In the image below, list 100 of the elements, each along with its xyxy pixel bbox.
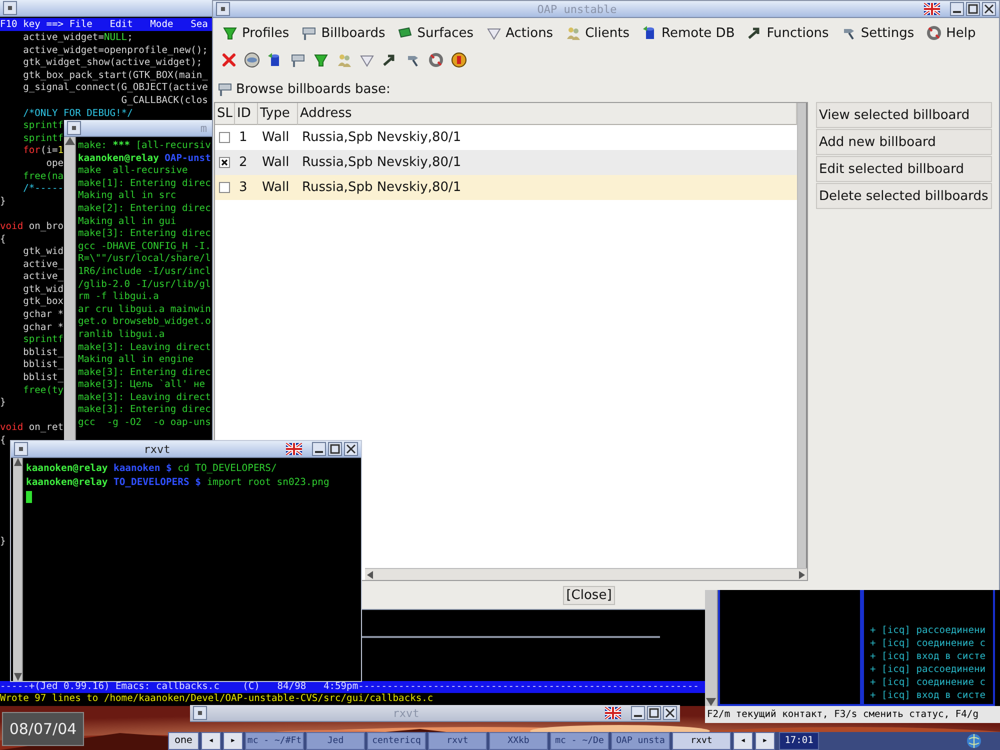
- code-line: g_signal_connect(G_OBJECT(active: [22, 82, 208, 95]
- code-line: /*ONLY FOR DEBUG!*/: [22, 108, 133, 120]
- column-header[interactable]: SL: [215, 103, 235, 125]
- task-button[interactable]: OAP unsta: [611, 732, 670, 750]
- code-line: active_widget=NULL;: [22, 32, 133, 45]
- code-line: gtk_wid: [22, 284, 64, 296]
- cross-icon[interactable]: [221, 52, 237, 68]
- code-line: gtk_box_pack_start(GTK_BOX(main_: [22, 70, 208, 82]
- task-button[interactable]: XXkb: [489, 732, 548, 750]
- close-button[interactable]: [Close]: [563, 586, 615, 604]
- cone-icon: [222, 25, 238, 41]
- flag-icon[interactable]: [605, 707, 621, 719]
- scrollbar[interactable]: [705, 590, 718, 706]
- window-title: OAP unstable: [537, 2, 617, 16]
- lifebuoy-icon[interactable]: [428, 52, 444, 68]
- window-menu-icon[interactable]: [67, 121, 81, 135]
- window-menu-icon[interactable]: [3, 1, 17, 15]
- task-button[interactable]: mc - ~/#Ft: [245, 732, 304, 750]
- scrollbar[interactable]: [365, 568, 807, 580]
- terminal-line: kaanoken@relay kaanoken $ cd TO_DEVELOPERS/: [26, 462, 277, 476]
- action-button[interactable]: Add new billboard: [816, 129, 992, 155]
- minimize-icon[interactable]: [312, 442, 326, 456]
- scrollbar[interactable]: [64, 137, 76, 442]
- checkbox[interactable]: [219, 132, 230, 143]
- table-cell-text: 3: [238, 180, 248, 195]
- code-line: sprintf: [22, 120, 64, 133]
- maximize-icon[interactable]: [647, 706, 661, 720]
- column-header[interactable]: Type: [258, 103, 298, 125]
- menu-item[interactable]: Remote DB: [636, 23, 740, 43]
- globe-icon[interactable]: [966, 733, 982, 749]
- cone-icon[interactable]: [313, 52, 329, 68]
- window-menu-icon[interactable]: [193, 706, 207, 720]
- table-row[interactable]: 3 Wall Russia,Spb Nevskiy,80/1: [215, 175, 797, 200]
- menu-item[interactable]: Actions: [480, 23, 558, 43]
- task-button[interactable]: centericq: [367, 732, 426, 750]
- terminal-line: make[3]: Leaving direct: [78, 342, 211, 354]
- terminal-line: 1R6/include -I/usr/incl: [78, 266, 211, 279]
- signboard-icon[interactable]: [290, 52, 306, 68]
- table-cell-text: Russia,Spb Nevskiy,80/1: [301, 180, 462, 195]
- action-button[interactable]: Edit selected billboard: [816, 156, 992, 182]
- coin-icon[interactable]: [451, 52, 467, 68]
- people-icon: [565, 25, 582, 41]
- maximize-icon[interactable]: [966, 2, 980, 16]
- task-button[interactable]: rxvt: [428, 732, 487, 750]
- window-menu-icon[interactable]: [14, 442, 28, 456]
- menu-item[interactable]: Sea: [190, 18, 208, 31]
- scrollbar[interactable]: [797, 103, 807, 568]
- menu-item[interactable]: Edit: [110, 18, 133, 31]
- scrollbar[interactable]: [13, 458, 23, 681]
- menu-item[interactable]: Mode: [150, 18, 174, 31]
- maximize-icon[interactable]: [328, 442, 342, 456]
- flag-icon[interactable]: [286, 443, 302, 455]
- code-line: active_widget=openprofile_new();: [22, 44, 208, 58]
- table-cell-text: 1: [238, 130, 248, 145]
- menu-item[interactable]: Profiles: [217, 23, 294, 43]
- window-menu-icon[interactable]: [216, 2, 230, 16]
- terminal-line: make[3]: Entering direc: [78, 404, 211, 418]
- minimize-icon[interactable]: [631, 706, 645, 720]
- flag-icon[interactable]: [924, 3, 940, 15]
- minimize-icon[interactable]: [950, 2, 964, 16]
- disc-icon[interactable]: [244, 52, 260, 68]
- code-line: bblist_: [22, 359, 64, 372]
- signboard-icon: [217, 81, 233, 97]
- log-line: + [icq] вход в систе: [870, 650, 986, 663]
- log-line: + [icq] рассоединени: [870, 624, 986, 637]
- code-line: gchar *: [22, 322, 64, 334]
- checkbox[interactable]: [219, 157, 230, 168]
- table-row[interactable]: 2 Wall Russia,Spb Nevskiy,80/1: [215, 150, 797, 175]
- title-bar[interactable]: rxvt: [11, 441, 361, 458]
- code-line: free(na: [22, 170, 64, 184]
- column-header[interactable]: Address: [298, 103, 797, 125]
- menu-item[interactable]: Functions: [742, 23, 834, 43]
- menu-item[interactable]: Settings: [836, 23, 920, 43]
- desktop-pager[interactable]: one: [168, 732, 199, 750]
- action-button[interactable]: Delete selected billboards: [816, 183, 992, 209]
- menu-item[interactable]: Billboards: [296, 23, 390, 43]
- task-button[interactable]: rxvt: [672, 732, 731, 750]
- menu-item[interactable]: Help: [921, 23, 981, 43]
- lifebuoy-icon: [926, 25, 942, 41]
- table-cell-text: Russia,Spb Nevskiy,80/1: [301, 155, 462, 170]
- terminal-line: gcc -g -O2 -o oap-uns: [78, 417, 211, 430]
- terminal-line: gcc -DHAVE_CONFIG_H -I.: [78, 240, 211, 254]
- close-icon[interactable]: [663, 706, 677, 720]
- terminal-line: ar cru libgui.a mainwin: [78, 304, 211, 316]
- menu-item[interactable]: Surfaces: [392, 23, 479, 43]
- close-icon[interactable]: [344, 442, 358, 456]
- task-button[interactable]: mc - ~/De: [550, 732, 609, 750]
- code-line: active_: [22, 271, 64, 284]
- code-line: /*-----: [22, 183, 64, 196]
- code-line: gtk_box: [22, 296, 64, 310]
- action-button[interactable]: View selected billboard: [816, 102, 992, 128]
- column-header[interactable]: ID: [235, 103, 258, 125]
- menu-item[interactable]: Clients: [560, 23, 635, 43]
- menu-item[interactable]: File: [69, 18, 92, 31]
- terminal-line: make[3]: Entering direc: [78, 228, 211, 241]
- task-button[interactable]: Jed: [306, 732, 365, 750]
- checkbox[interactable]: [219, 182, 230, 193]
- terminal-line: Making all in gui: [78, 216, 176, 228]
- terminal-line: make[3]: Entering direc: [78, 366, 211, 379]
- close-icon[interactable]: [982, 2, 996, 16]
